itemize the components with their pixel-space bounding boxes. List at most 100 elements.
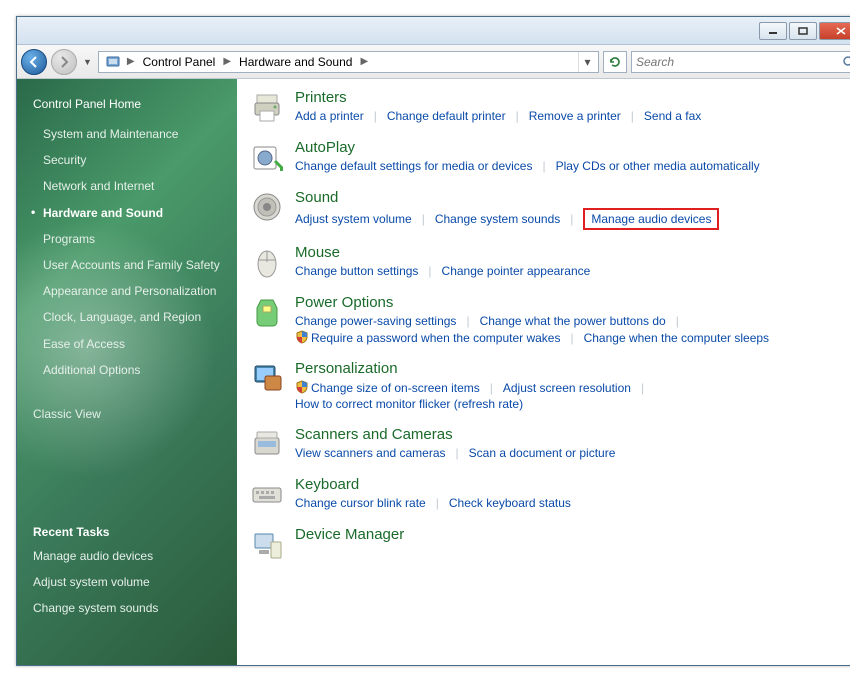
scanner-icon [249,426,285,462]
sidebar-item[interactable]: Network and Internet [17,173,237,199]
task-link[interactable]: Change what the power buttons do [480,313,666,329]
recent-tasks-heading: Recent Tasks [17,521,237,543]
task-link[interactable]: Adjust system volume [295,211,412,227]
address-bar[interactable]: ▶ Control Panel ▶ Hardware and Sound ▶ ▾ [98,51,599,73]
chevron-right-icon[interactable]: ▶ [221,56,233,67]
chevron-right-icon[interactable]: ▶ [125,56,137,67]
nav-history-dropdown[interactable]: ▼ [81,57,94,67]
sidebar-item[interactable]: User Accounts and Family Safety [17,252,237,278]
personalization-icon [249,360,285,396]
task-link[interactable]: Scan a document or picture [469,445,616,461]
task-link[interactable]: Change default printer [387,108,506,124]
category: Keyboard Change cursor blink rate | Check k… [249,476,847,512]
control-panel-icon [105,54,121,70]
task-link[interactable]: Check keyboard status [449,495,571,511]
category-title[interactable]: Personalization [295,360,847,377]
category: Device Manager [249,526,847,562]
category: AutoPlay Change default settings for medi… [249,139,847,175]
autoplay-icon [249,139,285,175]
recent-task-link[interactable]: Manage audio devices [17,543,237,569]
shield-icon [295,380,309,394]
navbar: ▼ ▶ Control Panel ▶ Hardware and Sound ▶… [17,45,850,79]
category-title[interactable]: Device Manager [295,526,847,543]
task-link-highlighted[interactable]: Manage audio devices [583,208,719,230]
separator: | [422,212,425,226]
category: Power Options Change power-saving setting… [249,294,847,346]
close-button[interactable] [819,22,850,40]
shield-icon [295,330,309,344]
category-title[interactable]: Keyboard [295,476,847,493]
task-link[interactable]: Change size of on-screen items [295,379,480,396]
address-dropdown[interactable]: ▾ [578,52,596,72]
sidebar-item[interactable]: Security [17,147,237,173]
category-title[interactable]: Power Options [295,294,847,311]
forward-button[interactable] [51,49,77,75]
sidebar-item[interactable]: Appearance and Personalization [17,278,237,304]
separator: | [428,264,431,278]
refresh-button[interactable] [603,51,627,73]
task-link[interactable]: Play CDs or other media automatically [556,158,760,174]
separator: | [466,314,469,328]
separator: | [542,159,545,173]
maximize-button[interactable] [789,22,817,40]
separator: | [436,496,439,510]
power-icon [249,294,285,330]
task-link[interactable]: Require a password when the computer wak… [295,329,560,346]
sidebar-item[interactable]: Hardware and Sound [17,200,237,226]
task-link[interactable]: Change pointer appearance [442,263,591,279]
sound-icon [249,189,285,225]
task-link[interactable]: View scanners and cameras [295,445,446,461]
sidebar: Control Panel Home System and Maintenanc… [17,79,237,665]
separator: | [641,381,644,395]
task-link[interactable]: Adjust screen resolution [503,380,631,396]
task-link[interactable]: Change cursor blink rate [295,495,426,511]
task-link[interactable]: Change default settings for media or dev… [295,158,532,174]
breadcrumb-control-panel[interactable]: Control Panel [137,52,222,72]
separator: | [676,314,679,328]
separator: | [490,381,493,395]
recent-task-link[interactable]: Change system sounds [17,595,237,621]
body: Control Panel Home System and Maintenanc… [17,79,850,665]
task-link[interactable]: Send a fax [644,108,701,124]
breadcrumb-hardware-sound[interactable]: Hardware and Sound [233,52,358,72]
recent-task-link[interactable]: Adjust system volume [17,569,237,595]
task-link[interactable]: Change button settings [295,263,418,279]
task-link[interactable]: Remove a printer [529,108,621,124]
category-title[interactable]: Sound [295,189,847,206]
minimize-button[interactable] [759,22,787,40]
category-title[interactable]: Mouse [295,244,847,261]
separator: | [374,109,377,123]
search-input[interactable] [636,55,842,69]
separator: | [516,109,519,123]
category: Sound Adjust system volume | Change system … [249,189,847,230]
task-link[interactable]: Add a printer [295,108,364,124]
task-link[interactable]: Change power-saving settings [295,313,456,329]
back-button[interactable] [21,49,47,75]
task-link[interactable]: Change when the computer sleeps [584,330,769,346]
sidebar-item[interactable]: Clock, Language, and Region [17,304,237,330]
task-link[interactable]: Change system sounds [435,211,560,227]
search-box[interactable] [631,51,850,73]
category: Mouse Change button settings | Change point… [249,244,847,280]
content-pane: Printers Add a printer | Change default pri… [237,79,850,665]
task-link[interactable]: How to correct monitor flicker (refresh … [295,396,523,412]
sidebar-item[interactable]: System and Maintenance [17,121,237,147]
separator: | [631,109,634,123]
explorer-window: ▼ ▶ Control Panel ▶ Hardware and Sound ▶… [16,16,850,666]
search-icon[interactable] [842,55,850,69]
keyboard-icon [249,476,285,512]
sidebar-item[interactable]: Ease of Access [17,331,237,357]
chevron-right-icon[interactable]: ▶ [358,56,370,67]
category-title[interactable]: Scanners and Cameras [295,426,847,443]
printer-icon [249,89,285,125]
category: Scanners and Cameras View scanners and ca… [249,426,847,462]
category: Printers Add a printer | Change default pri… [249,89,847,125]
sidebar-home-link[interactable]: Control Panel Home [17,93,237,121]
sidebar-item[interactable]: Programs [17,226,237,252]
category-title[interactable]: Printers [295,89,847,106]
separator: | [570,331,573,345]
sidebar-classic-view[interactable]: Classic View [17,401,237,427]
category: Personalization Change size of on-screen … [249,360,847,412]
sidebar-item[interactable]: Additional Options [17,357,237,383]
category-title[interactable]: AutoPlay [295,139,847,156]
